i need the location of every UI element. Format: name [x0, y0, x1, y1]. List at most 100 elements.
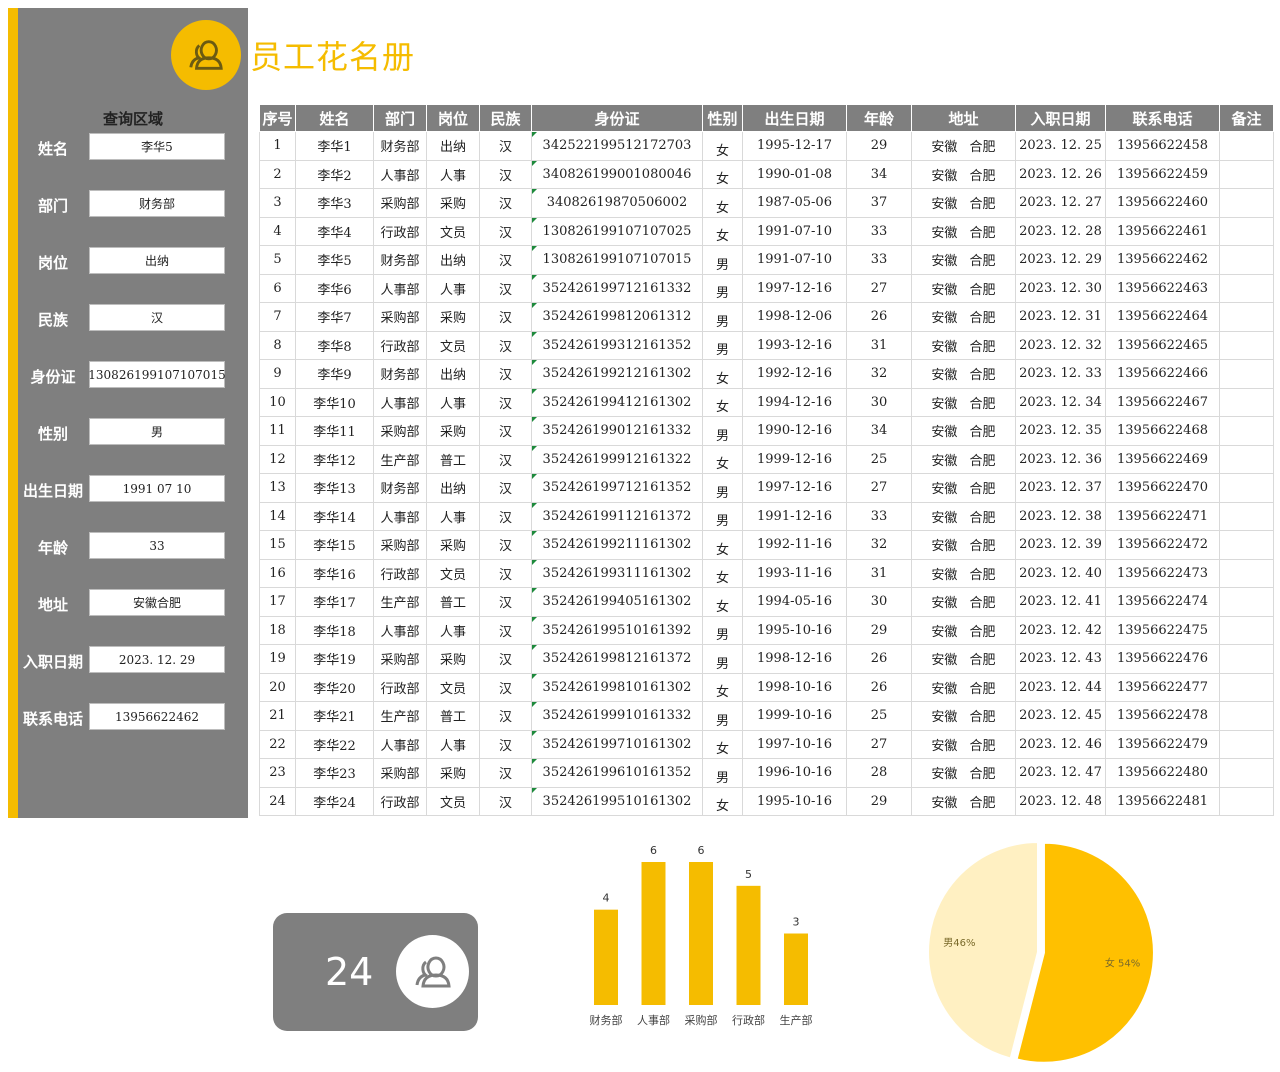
table-cell: 文员	[426, 330, 480, 360]
table-cell: 13956622466	[1105, 359, 1220, 389]
table-cell: 130826199107107025	[531, 216, 703, 246]
table-cell: 352426199412161302	[531, 387, 703, 417]
table-row[interactable]: 10 李华10 人事部 人事汉 352426199412161302 女 1994-12-1…	[259, 387, 1274, 417]
table-cell: 2023. 12. 30	[1015, 273, 1106, 303]
table-cell: 汉	[479, 501, 532, 531]
table-cell: 352426199012161332	[531, 416, 703, 446]
table-cell: 13956622468	[1105, 416, 1220, 446]
table-cell	[1219, 644, 1274, 674]
table-row[interactable]: 18 李华18 人事部 人事汉 352426199510161392 男 1995-10-1…	[259, 615, 1274, 645]
table-cell: 2023. 12. 41	[1015, 587, 1106, 617]
table-row[interactable]: 19 李华19 采购部 采购汉 352426199812161372 男 1998-12-1…	[259, 644, 1274, 674]
table-cell: 李华7	[295, 302, 374, 332]
table-cell: 352426199211161302	[531, 530, 703, 560]
table-row[interactable]: 3 李华3 采购部 采购汉 34082619870506002 女 1987-05-06 37…	[259, 188, 1274, 218]
bar	[594, 909, 618, 1005]
table-cell: 女	[702, 216, 743, 246]
query-input[interactable]: 男	[89, 418, 225, 445]
column-header: 性别	[702, 104, 743, 132]
query-label: 姓名	[37, 140, 68, 158]
table-cell: 李华11	[295, 416, 374, 446]
column-header: 民族	[479, 104, 532, 132]
column-header: 岗位	[426, 104, 480, 132]
table-cell: 人事部	[373, 273, 427, 303]
query-input[interactable]: 出纳	[89, 247, 225, 274]
table-cell: 2023. 12. 47	[1015, 758, 1106, 788]
table-cell: 李华18	[295, 615, 374, 645]
table-row[interactable]: 2 李华2 人事部 人事汉 340826199001080046 女 1990-01-08 3…	[259, 159, 1274, 189]
query-input[interactable]: 13956622462	[89, 703, 225, 730]
table-cell: 1990-12-16	[742, 416, 847, 446]
table-cell: 352426199912161322	[531, 444, 703, 474]
table-cell: 安徽 合肥	[911, 416, 1016, 446]
table-row[interactable]: 14 李华14 人事部 人事汉 352426199112161372 男 1991-12-1…	[259, 501, 1274, 531]
table-cell	[1219, 359, 1274, 389]
query-input[interactable]: 2023. 12. 29	[89, 646, 225, 673]
table-cell: 352426199710161302	[531, 729, 703, 759]
table-cell: 1997-12-16	[742, 473, 847, 503]
table-cell: 2023. 12. 31	[1015, 302, 1106, 332]
table-cell: 13956622479	[1105, 729, 1220, 759]
table-row[interactable]: 15 李华15 采购部 采购汉 352426199211161302 女 1992-11-1…	[259, 530, 1274, 560]
table-row[interactable]: 5 李华5 财务部 出纳汉 130826199107107015 男 1991-07-10 3…	[259, 245, 1274, 275]
column-header: 身份证	[531, 104, 703, 132]
table-cell: 女	[702, 387, 743, 417]
query-input[interactable]: 1991 07 10	[89, 475, 225, 502]
table-cell: 352426199812161372	[531, 644, 703, 674]
query-input[interactable]: 安徽合肥	[89, 589, 225, 616]
query-input[interactable]: 李华5	[89, 133, 225, 160]
user-avatar-icon	[415, 956, 451, 987]
query-label: 入职日期	[22, 653, 83, 671]
table-cell: 男	[702, 701, 743, 731]
bar-value-label: 6	[698, 844, 705, 857]
table-row[interactable]: 21 李华21 生产部 普工汉 352426199910161332 男 1999-10-1…	[259, 701, 1274, 731]
table-cell: 2023. 12. 27	[1015, 188, 1106, 218]
query-input[interactable]: 130826199107107015	[88, 361, 226, 388]
department-bar-chart: 4 财务部 6 人事部 6 采购部 5 行政部 3 生产部	[590, 844, 813, 1027]
table-cell: 1995-10-16	[742, 615, 847, 645]
query-label: 身份证	[30, 368, 76, 386]
table-row[interactable]: 1 李华1 财务部 出纳汉 342522199512172703 女 1995-12-17 2…	[259, 131, 1274, 161]
table-row[interactable]: 8 李华8 行政部 文员汉 352426199312161352 男 1993-12-16 3…	[259, 330, 1274, 360]
column-header: 出生日期	[742, 104, 847, 132]
table-row[interactable]: 23 李华23 采购部 采购汉 352426199610161352 男 1996-10-1…	[259, 758, 1274, 788]
table-row[interactable]: 13 李华13 财务部 出纳汉 352426199712161352 男 1997-12-1…	[259, 473, 1274, 503]
table-cell: 13956622467	[1105, 387, 1220, 417]
table-cell: 生产部	[373, 587, 427, 617]
table-row[interactable]: 17 李华17 生产部 普工汉 352426199405161302 女 1994-05-1…	[259, 587, 1274, 617]
table-cell: 24	[259, 786, 296, 816]
table-cell: 李华20	[295, 672, 374, 702]
table-cell: 2023. 12. 28	[1015, 216, 1106, 246]
table-row[interactable]: 7 李华7 采购部 采购汉 352426199812061312 男 1998-12-06 2…	[259, 302, 1274, 332]
table-cell: 李华23	[295, 758, 374, 788]
table-row[interactable]: 20 李华20 行政部 文员汉 352426199810161302 女 1998-10-1…	[259, 672, 1274, 702]
table-cell: 李华12	[295, 444, 374, 474]
table-cell	[1219, 558, 1274, 588]
table-row[interactable]: 24 李华24 行政部 文员汉 352426199510161302 女 1995-10-1…	[259, 786, 1274, 816]
table-row[interactable]: 4 李华4 行政部 文员汉 130826199107107025 女 1991-07-10 3…	[259, 216, 1274, 246]
table-cell: 352426199112161372	[531, 501, 703, 531]
table-row[interactable]: 12 李华12 生产部 普工汉 352426199912161322 女 1999-12-1…	[259, 444, 1274, 474]
table-cell: 13956622480	[1105, 758, 1220, 788]
table-cell: 33	[846, 216, 912, 246]
table-cell	[1219, 273, 1274, 303]
table-cell: 7	[259, 302, 296, 332]
table-cell: 13956622472	[1105, 530, 1220, 560]
table-cell	[1219, 444, 1274, 474]
table-cell: 人事部	[373, 729, 427, 759]
table-cell: 李华1	[295, 131, 374, 161]
table-cell: 人事	[426, 273, 480, 303]
table-cell: 安徽 合肥	[911, 216, 1016, 246]
table-cell: 女	[702, 729, 743, 759]
query-input[interactable]: 33	[89, 532, 225, 559]
table-cell: 行政部	[373, 558, 427, 588]
table-row[interactable]: 16 李华16 行政部 文员汉 352426199311161302 女 1993-11-1…	[259, 558, 1274, 588]
table-row[interactable]: 6 李华6 人事部 人事汉 352426199712161332 男 1997-12-16 2…	[259, 273, 1274, 303]
table-row[interactable]: 22 李华22 人事部 人事汉 352426199710161302 女 1997-10-1…	[259, 729, 1274, 759]
left-accent-bar	[8, 8, 18, 818]
query-input[interactable]: 财务部	[89, 190, 225, 217]
table-row[interactable]: 11 李华11 采购部 采购汉 352426199012161332 男 1990-12-1…	[259, 416, 1274, 446]
table-header-row: 序号 姓名 部门 岗位 民族 身份证 性别 出生日期 年龄 地址 入职日期 联系电话 备注	[259, 104, 1274, 132]
query-input[interactable]: 汉	[89, 304, 225, 331]
table-row[interactable]: 9 李华9 财务部 出纳汉 352426199212161302 女 1992-12-16 3…	[259, 359, 1274, 389]
